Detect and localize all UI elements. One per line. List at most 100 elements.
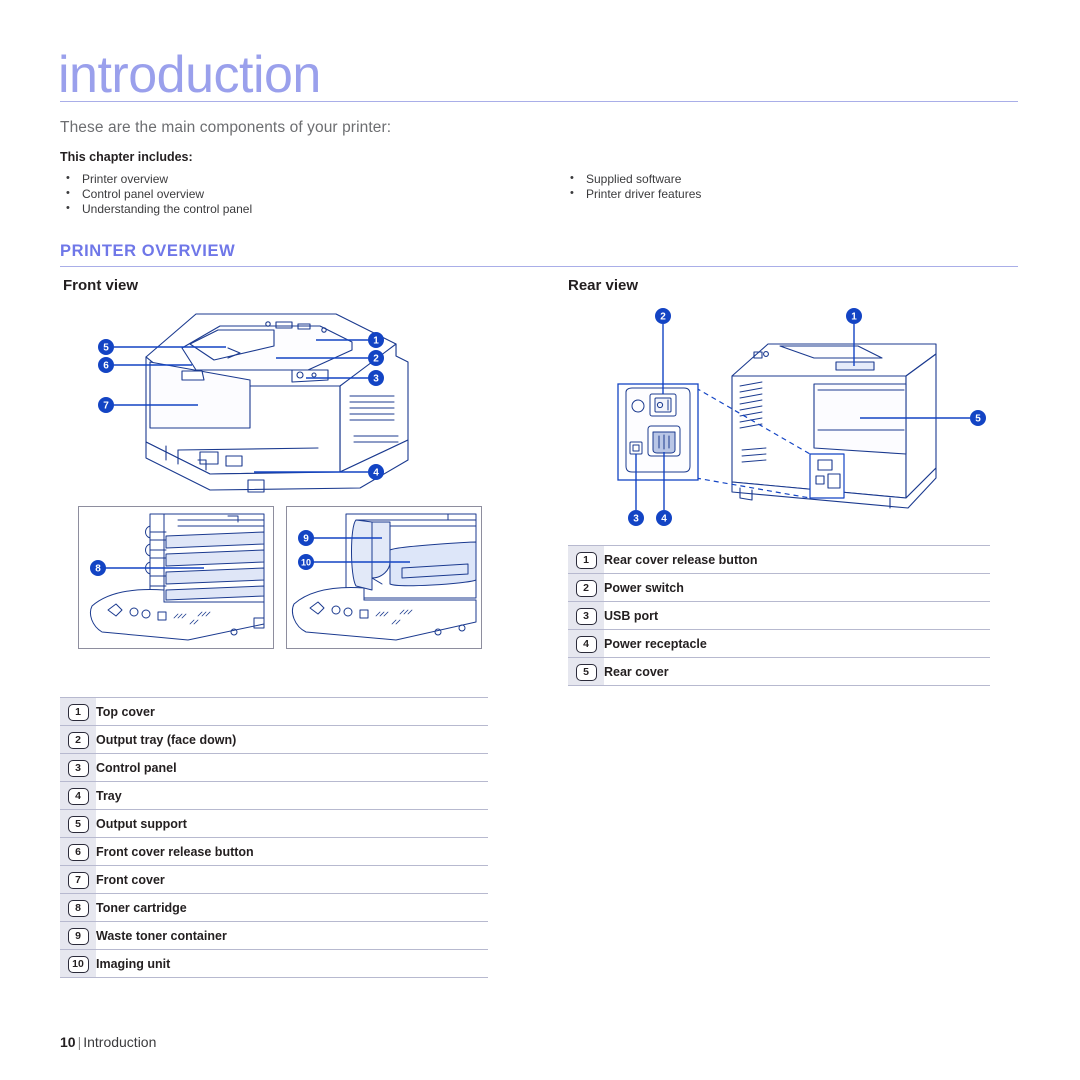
list-item: Supplied software: [567, 171, 701, 187]
callout-number-cell: 1: [60, 697, 96, 726]
callout-number-cell: 3: [60, 753, 96, 782]
figure-marker-6: 6: [98, 357, 114, 373]
callout-number-cell: 4: [60, 781, 96, 810]
svg-text:3: 3: [633, 514, 639, 525]
figure-marker-7: 7: [98, 397, 114, 413]
front-view-illustration: 1 2 3 4 5 6 7: [78, 300, 490, 500]
callout-number-cell: 9: [60, 921, 96, 950]
svg-text:1: 1: [851, 312, 857, 323]
svg-text:1: 1: [373, 336, 379, 347]
svg-text:8: 8: [95, 564, 101, 575]
callout-label-cell: Rear cover: [604, 657, 990, 686]
front-view-detail-toner-cartridge: 8: [78, 506, 274, 649]
front-view-callout-table: 1 Top cover 2 Output tray (face down) 3 Contr…: [60, 697, 488, 978]
table-row: 3 USB port: [568, 601, 990, 630]
footer-chapter-name: Introduction: [83, 1034, 157, 1050]
rear-view-illustration: 1 2 3 4 5: [606, 302, 1006, 532]
svg-text:3: 3: [373, 374, 379, 385]
figure-marker-3: 3: [368, 370, 384, 386]
subheading-front-view: Front view: [63, 277, 139, 294]
list-item: Understanding the control panel: [63, 201, 252, 217]
section-heading-printer-overview: PRINTER OVERVIEW: [60, 242, 236, 260]
manual-page: introduction These are the main componen…: [0, 0, 1080, 1080]
svg-text:2: 2: [660, 312, 666, 323]
table-row: 9 Waste toner container: [60, 921, 488, 950]
page-title: introduction: [58, 46, 321, 104]
svg-text:10: 10: [301, 558, 311, 568]
callout-label-cell: Output tray (face down): [96, 725, 488, 754]
callout-badge: 3: [67, 760, 89, 777]
table-row: 1 Top cover: [60, 697, 488, 726]
callout-badge: 2: [575, 580, 597, 597]
table-row: 5 Rear cover: [568, 657, 990, 686]
section-divider: [60, 266, 1018, 267]
svg-text:2: 2: [373, 354, 379, 365]
chapter-includes-left-column: Printer overview Control panel overview …: [63, 171, 252, 217]
subheading-rear-view: Rear view: [568, 277, 639, 294]
svg-text:5: 5: [103, 343, 109, 354]
table-row: 1 Rear cover release button: [568, 545, 990, 574]
svg-text:7: 7: [103, 401, 109, 412]
callout-label-cell: Waste toner container: [96, 921, 488, 950]
figure-marker-8: 8: [90, 560, 106, 576]
callout-number-cell: 5: [568, 657, 604, 686]
figure-marker-4: 4: [656, 510, 672, 526]
list-item: Control panel overview: [63, 186, 252, 202]
callout-badge: 5: [575, 664, 597, 681]
callout-label-cell: Front cover release button: [96, 837, 488, 866]
svg-text:4: 4: [373, 468, 379, 479]
callout-number-cell: 1: [568, 545, 604, 574]
front-view-detail-waste-toner-imaging-unit: 9 10: [286, 506, 482, 649]
callout-label-cell: Toner cartridge: [96, 893, 488, 922]
rear-view-callout-table: 1 Rear cover release button 2 Power switch 3…: [568, 545, 990, 686]
callout-badge: 7: [67, 872, 89, 889]
figure-marker-4: 4: [368, 464, 384, 480]
callout-badge: 1: [575, 552, 597, 569]
callout-label-cell: Top cover: [96, 697, 488, 726]
list-item: Printer overview: [63, 171, 252, 187]
callout-label-cell: Power receptacle: [604, 629, 990, 658]
figure-marker-1: 1: [368, 332, 384, 348]
callout-label-cell: Output support: [96, 809, 488, 838]
callout-badge: 6: [67, 844, 89, 861]
callout-number-cell: 7: [60, 865, 96, 894]
callout-badge: 10: [67, 956, 89, 973]
callout-badge: 2: [67, 732, 89, 749]
list-item: Printer driver features: [567, 186, 701, 202]
callout-label-cell: Control panel: [96, 753, 488, 782]
callout-label-cell: Rear cover release button: [604, 545, 990, 574]
table-row: 3 Control panel: [60, 753, 488, 782]
footer-page-number: 10: [60, 1034, 76, 1050]
callout-label-cell: Power switch: [604, 573, 990, 602]
callout-badge: 4: [67, 788, 89, 805]
lead-paragraph: These are the main components of your pr…: [60, 119, 392, 136]
page-footer: 10 | Introduction: [60, 1034, 156, 1050]
callout-badge: 8: [67, 900, 89, 917]
callout-label-cell: Tray: [96, 781, 488, 810]
svg-text:5: 5: [975, 414, 981, 425]
callout-number-cell: 5: [60, 809, 96, 838]
svg-text:9: 9: [303, 534, 309, 545]
callout-badge: 3: [575, 608, 597, 625]
table-row: 2 Power switch: [568, 573, 990, 602]
callout-badge: 9: [67, 928, 89, 945]
callout-number-cell: 8: [60, 893, 96, 922]
table-row: 4 Tray: [60, 781, 488, 810]
title-divider: [60, 101, 1018, 102]
svg-text:6: 6: [103, 361, 109, 372]
callout-number-cell: 4: [568, 629, 604, 658]
table-row: 8 Toner cartridge: [60, 893, 488, 922]
callout-number-cell: 2: [60, 725, 96, 754]
chapter-includes-right-column: Supplied software Printer driver feature…: [567, 171, 701, 202]
table-row: 5 Output support: [60, 809, 488, 838]
table-row: 2 Output tray (face down): [60, 725, 488, 754]
callout-label-cell: Front cover: [96, 865, 488, 894]
callout-label-cell: Imaging unit: [96, 949, 488, 978]
callout-badge: 1: [67, 704, 89, 721]
table-row: 7 Front cover: [60, 865, 488, 894]
callout-number-cell: 3: [568, 601, 604, 630]
figure-marker-10: 10: [298, 554, 314, 570]
chapter-includes-label: This chapter includes:: [60, 150, 193, 164]
figure-marker-9: 9: [298, 530, 314, 546]
figure-marker-1: 1: [846, 308, 862, 324]
